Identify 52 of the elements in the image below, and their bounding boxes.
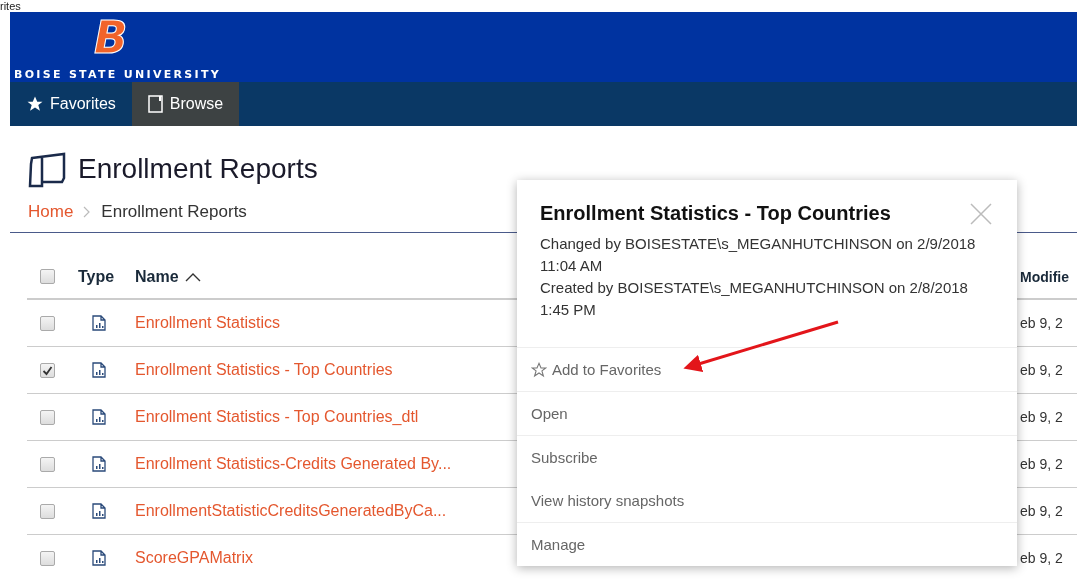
close-icon[interactable] [969,202,993,226]
report-file-icon [92,409,106,425]
sort-ascending-icon[interactable] [184,271,201,282]
column-header: Modifie [1020,268,1070,285]
modified-date: eb 9, 2 [1020,362,1064,378]
report-link[interactable]: ScoreGPAMatrix [135,549,253,566]
logo-letter: B [94,16,128,60]
column-header[interactable]: Name [135,267,179,286]
report-link[interactable]: Enrollment Statistics - Top Countries [135,361,393,378]
menu-item[interactable]: View history snapshots [517,479,1017,522]
checkbox[interactable] [40,269,55,284]
report-link[interactable]: EnrollmentStatisticCreditsGeneratedByCa... [135,502,447,519]
checkmark-icon [42,364,53,376]
breadcrumb-current: Enrollment Reports [101,202,247,222]
menu-item[interactable]: Add to Favorites [517,348,1017,391]
breadcrumb-link[interactable]: Home [28,202,74,222]
checkbox[interactable] [40,456,55,472]
star-outline-icon [531,361,547,378]
report-file-icon [92,503,106,519]
cut-off-text: rites [0,0,21,12]
checkbox[interactable] [40,362,55,378]
report-link[interactable]: Enrollment Statistics [135,314,280,331]
nav-tab[interactable]: Favorites [10,82,132,126]
report-link[interactable]: Enrollment Statistics-Credits Generated By... [135,455,452,472]
checkbox[interactable] [40,315,55,331]
page-title: Enrollment Reports [78,153,318,185]
report-file-icon [92,550,106,566]
nav-tab[interactable]: Browse [131,82,240,126]
popup-title: Enrollment Statistics - Top Countries [540,202,892,225]
modified-date: eb 9, 2 [1020,315,1064,331]
report-file-icon [92,315,106,331]
detail-text: Changed by BOISESTATE\s_MEGANHUTCHINSON on 2/9/2018 11:04 AM [540,234,977,276]
column-header: Type [78,267,116,286]
menu-item[interactable]: Open [517,392,1017,435]
modified-date: eb 9, 2 [1020,409,1064,425]
book-icon [147,95,164,113]
chevron-icon [83,206,92,218]
modified-date: eb 9, 2 [1020,456,1064,472]
university-name: BOISE STATE UNIVERSITY [14,68,221,81]
menu-item[interactable]: Subscribe [517,436,1017,479]
modified-date: eb 9, 2 [1020,503,1064,519]
report-file-icon [92,362,106,378]
report-folder-icon [28,150,68,188]
modified-date: eb 9, 2 [1020,550,1064,566]
detail-text: Created by BOISESTATE\s_MEGANHUTCHINSON on 2/8/2018 1:45 PM [540,278,969,320]
menu-item[interactable]: Manage [517,523,1017,566]
checkbox[interactable] [40,409,55,425]
report-file-icon [92,456,106,472]
report-link[interactable]: Enrollment Statistics - Top Countries_dtl [135,408,419,425]
star-icon [26,95,44,113]
checkbox[interactable] [40,550,55,566]
checkbox[interactable] [40,503,55,519]
